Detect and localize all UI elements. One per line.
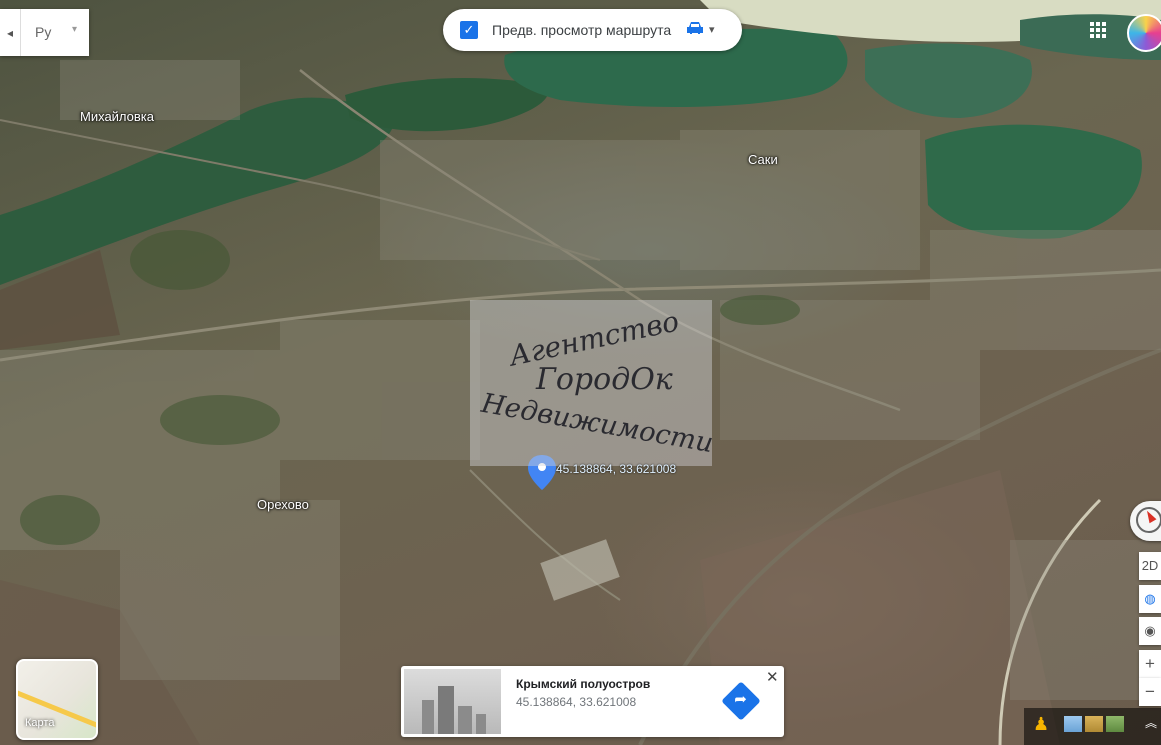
directions-icon: ➦ [734,691,747,709]
language-value: Ру [35,24,52,40]
lake-saki-north [865,43,1032,118]
place-thumbnail[interactable] [404,669,501,734]
marker-coordinates-label[interactable]: 45.138864, 33.621008 [556,462,676,476]
place-label-mikhailovka[interactable]: Михайловка [80,109,154,124]
place-title: Крымский полуостров [516,677,651,691]
agency-watermark: Агентство ГородОк Недвижимости [470,300,716,466]
imagery-bar: ♟ ︽ [1024,708,1161,745]
directions-button[interactable]: ➦ [721,681,761,721]
language-selector[interactable]: ◂ Ру ▾ [0,9,89,56]
route-preview-toggle[interactable]: ✓ Предв. просмотр маршрута ▾ [443,9,742,51]
watermark-line-2: ГородОк [536,362,673,397]
close-icon[interactable]: ✕ [766,668,779,686]
imagery-thumb-3[interactable] [1106,716,1124,732]
chevron-down-icon[interactable]: ▾ [72,24,77,35]
imagery-thumb-2[interactable] [1085,716,1103,732]
map-layer-switcher[interactable]: Карта [16,659,98,740]
route-preview-checkbox[interactable]: ✓ [460,21,478,39]
apps-grid-icon[interactable] [1090,22,1106,38]
place-label-saki[interactable]: Саки [748,152,778,167]
view-mode-2d-button[interactable]: 2D [1139,552,1161,580]
globe-icon[interactable]: ◍ [1139,585,1161,613]
lake-mid [345,77,549,132]
collapse-panel-button[interactable]: ◂ [0,9,21,56]
expand-icon[interactable]: ︽ [1145,714,1157,731]
imagery-thumb-1[interactable] [1064,716,1082,732]
my-location-icon[interactable]: ◉ [1139,617,1161,645]
route-preview-label: Предв. просмотр маршрута [492,22,672,38]
place-label-orekhovo[interactable]: Орехово [257,497,309,512]
zoom-out-button[interactable]: − [1139,678,1161,706]
pegman-icon[interactable]: ♟ [1033,714,1049,735]
watermark-line-3: Недвижимости [479,387,716,460]
lake-saki [925,124,1142,239]
account-avatar[interactable] [1127,14,1161,52]
car-icon[interactable] [686,21,704,39]
place-coordinates: 45.138864, 33.621008 [516,695,637,709]
place-info-card[interactable]: Крымский полуостров 45.138864, 33.621008… [401,666,784,737]
satellite-map[interactable]: Михайловка Саки Орехово Агентство ГородО… [0,0,1161,745]
travel-mode-dropdown-icon[interactable]: ▾ [709,23,715,36]
zoom-in-button[interactable]: + [1139,650,1161,678]
minimap-label: Карта [25,717,55,729]
